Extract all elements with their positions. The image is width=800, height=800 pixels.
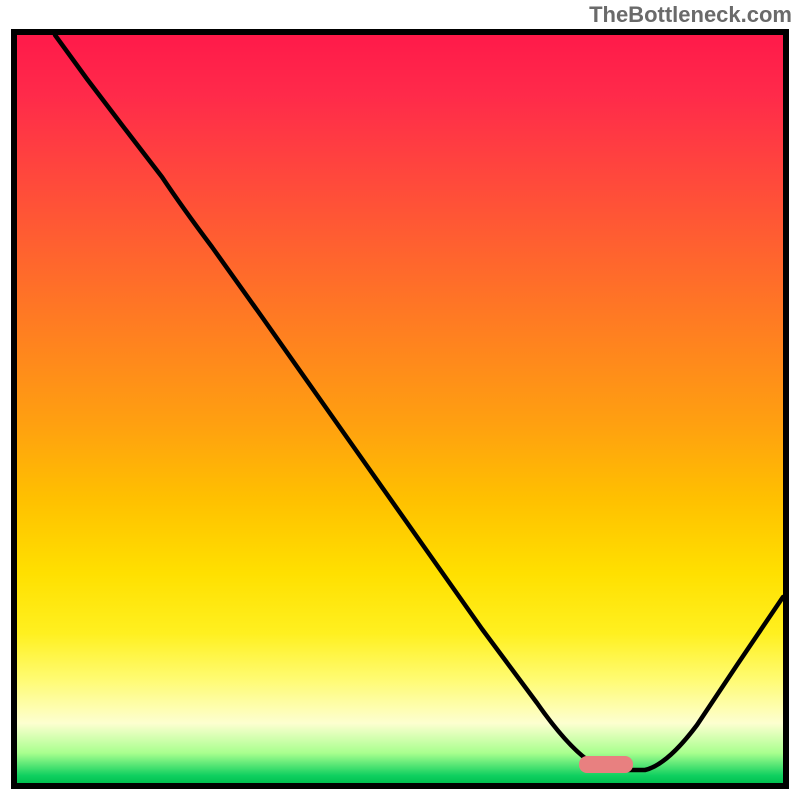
curve-path <box>55 35 783 770</box>
bottleneck-curve <box>17 35 783 783</box>
chart-frame <box>11 29 789 789</box>
attribution-text: TheBottleneck.com <box>589 2 792 28</box>
optimal-marker <box>579 756 633 773</box>
